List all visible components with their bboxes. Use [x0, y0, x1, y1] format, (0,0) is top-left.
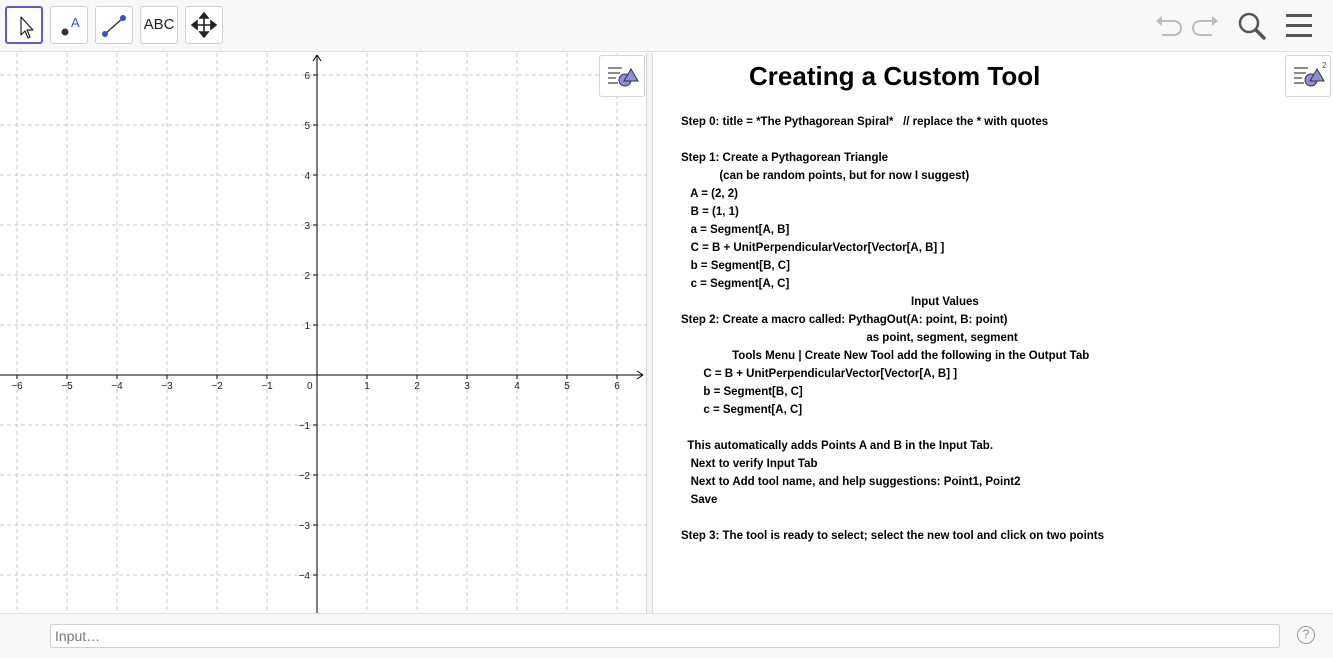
undo-icon[interactable] [1152, 10, 1184, 42]
text-line: C = B + UnitPerpendicularVector[Vector[A… [681, 242, 945, 254]
point-tool-glyph: A [71, 15, 80, 30]
x-tick-label: 5 [564, 381, 570, 392]
text-line: Step 0: title = *The Pythagorean Spiral*… [681, 116, 1049, 128]
y-tick-label: −3 [299, 521, 311, 532]
text-line: Save [681, 494, 718, 506]
y-tick-label: −2 [299, 471, 311, 482]
move-arrows-icon [190, 11, 218, 39]
coordinate-plane[interactable]: −6 −5 −4 −3 −2 −1 0 1 2 3 4 5 6 6 5 4 3 2 1 −1 −2 −3 −4 [0, 53, 646, 613]
svg-text:2: 2 [1322, 61, 1327, 70]
y-tick-label: 4 [304, 171, 310, 182]
x-tick-label: 2 [414, 381, 420, 392]
text-line: Next to Add tool name, and help suggesti… [681, 476, 1021, 488]
text-line: Step 2: Create a macro called: PythagOut… [681, 314, 1008, 326]
toolbar: A ABC [0, 0, 1333, 52]
x-tick-label: −1 [261, 381, 273, 392]
text-line: Tools Menu | Create New Tool add the fol… [681, 350, 1090, 362]
x-tick-label: 0 [307, 381, 313, 392]
text-line: as point, segment, segment [681, 332, 1018, 344]
text-line: B = (1, 1) [681, 206, 739, 218]
text-icon: ABC [143, 16, 175, 33]
y-tick-label: 6 [304, 71, 310, 82]
text-line: Step 1: Create a Pythagorean Triangle [681, 152, 889, 164]
x-tick-label: 1 [364, 381, 370, 392]
x-tick-label: −3 [161, 381, 173, 392]
point-icon: A [61, 15, 80, 36]
text-line: c = Segment[A, C] [681, 278, 790, 290]
text-line: (can be random points, but for now I sug… [681, 170, 970, 182]
page-title: Creating a Custom Tool [749, 61, 1041, 91]
point-tool-button[interactable]: A [50, 6, 88, 44]
y-tick-label: −1 [299, 421, 311, 432]
move-tool-button[interactable] [5, 6, 43, 44]
segment-icon [102, 15, 126, 37]
panel-style-bar-toggle[interactable]: 2 [1285, 55, 1331, 97]
text-line: Next to verify Input Tab [681, 458, 818, 470]
graphics-style-bar-toggle[interactable] [599, 55, 645, 97]
style-bar-icon [608, 67, 639, 87]
y-tick-label: 3 [304, 221, 310, 232]
style-bar-icon: 2 [1294, 61, 1327, 87]
x-tick-label: −6 [11, 381, 23, 392]
menu-icon[interactable] [1284, 10, 1316, 42]
graphics-view[interactable]: −6 −5 −4 −3 −2 −1 0 1 2 3 4 5 6 6 5 4 3 2 1 −1 −2 −3 −4 [0, 53, 646, 613]
redo-icon[interactable] [1190, 10, 1222, 42]
segment-tool-button[interactable] [95, 6, 133, 44]
x-tick-label: 6 [614, 381, 620, 392]
text-line: a = Segment[A, B] [681, 224, 790, 236]
search-icon[interactable] [1236, 10, 1268, 42]
y-tick-label: 1 [304, 321, 310, 332]
arrow-pointer-icon [20, 16, 34, 39]
move-graphics-view-button[interactable] [185, 6, 223, 44]
y-tick-label: 2 [304, 271, 310, 282]
text-line: A = (2, 2) [681, 188, 738, 200]
text-line: Input Values [681, 296, 979, 308]
y-tick-label: −4 [299, 571, 311, 582]
y-tick-label: 5 [304, 121, 310, 132]
x-tick-label: −5 [61, 381, 73, 392]
x-tick-label: −4 [111, 381, 123, 392]
help-icon[interactable]: ? [1297, 626, 1315, 644]
x-tick-label: −2 [211, 381, 223, 392]
text-line: Step 3: The tool is ready to select; sel… [681, 530, 1105, 542]
panel-divider[interactable] [646, 53, 653, 613]
input-field[interactable] [50, 624, 1280, 648]
text-tool-button[interactable]: ABC [140, 6, 178, 44]
x-tick-label: 4 [514, 381, 520, 392]
text-line: C = B + UnitPerpendicularVector[Vector[A… [681, 368, 958, 380]
text-line: This automatically adds Points A and B i… [681, 440, 994, 452]
text-line: b = Segment[B, C] [681, 386, 803, 398]
x-tick-label: 3 [464, 381, 470, 392]
input-bar: ? [0, 613, 1333, 658]
text-line: c = Segment[A, C] [681, 404, 803, 416]
text-line: b = Segment[B, C] [681, 260, 790, 272]
text-panel: Creating a Custom Tool Step 0: title = *… [653, 53, 1333, 613]
